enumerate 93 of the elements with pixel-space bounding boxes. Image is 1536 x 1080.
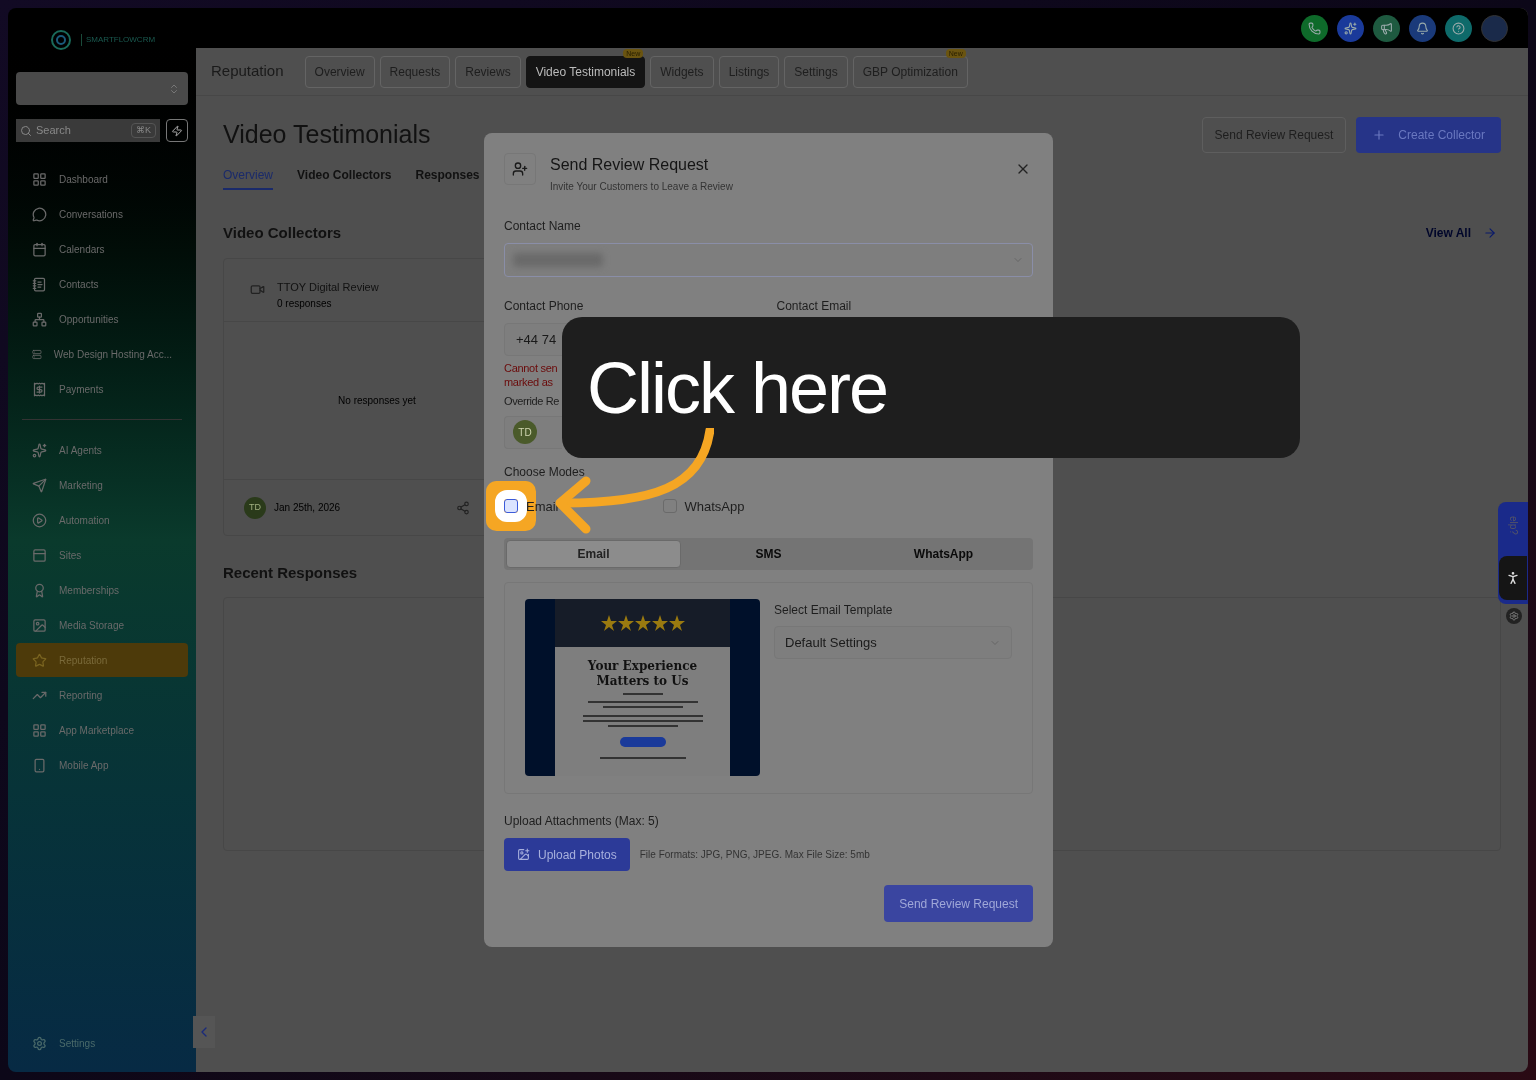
sidebar-item[interactable]: Mobile App (16, 748, 188, 782)
field-label: Override Re (504, 394, 559, 409)
section-title: Recent Responses (223, 563, 358, 583)
response-count: 0 responses (277, 296, 333, 311)
person-icon (1499, 556, 1527, 600)
sparkle-button[interactable] (1337, 14, 1364, 42)
mode-tab[interactable]: Email (506, 540, 681, 568)
click-here-tooltip: Click here (562, 317, 1300, 458)
sidebar-item[interactable]: Opportunities (16, 302, 188, 336)
megaphone-button[interactable] (1373, 14, 1400, 42)
grid-icon (32, 722, 47, 738)
logo-icon (48, 28, 73, 52)
sparkle-icon (1344, 21, 1357, 35)
phone-device-icon (32, 757, 47, 773)
page-title: Video Testimonials (223, 119, 431, 150)
plus-icon (1372, 127, 1387, 142)
grid-icon (32, 171, 47, 187)
mode-tab[interactable]: WhatsApp (856, 540, 1031, 568)
bell-button[interactable] (1409, 14, 1436, 42)
upload-photos-button[interactable]: Upload Photos (504, 838, 630, 871)
field-label: Select Email Template (774, 602, 894, 619)
network-icon (32, 311, 47, 327)
empty-state-text: No responses yet (338, 393, 416, 408)
field-label: Choose Modes (504, 463, 585, 481)
calendar-icon (32, 241, 47, 257)
collector-date: Jan 25th, 2026 (274, 501, 342, 515)
paper-plane-icon (32, 477, 47, 493)
quick-action-button[interactable] (166, 119, 188, 142)
section-title: Video Collectors (223, 222, 342, 243)
avatar-initials: TD (244, 496, 266, 519)
browser-window-icon (32, 547, 47, 563)
sidebar-item[interactable]: Web Design Hosting Acc... (16, 337, 188, 371)
field-label: Contact Email (776, 298, 853, 315)
chevron-updown-icon (168, 82, 180, 95)
sidebar-item[interactable]: Contacts (16, 267, 188, 301)
error-message: marked as (504, 375, 553, 389)
sidebar-item[interactable]: Media Storage (16, 608, 188, 642)
collector-name: TTOY Digital Review (277, 280, 379, 295)
field-label: Upload Attachments (Max: 5) (504, 813, 660, 830)
megaphone-icon (1380, 21, 1393, 35)
create-collector-button[interactable]: Create Collector (1356, 116, 1501, 153)
sidebar-item[interactable]: Payments (16, 372, 188, 406)
submit-button[interactable]: Send Review Request (884, 885, 1033, 922)
avatar-initials: TD (513, 420, 537, 444)
sidebar-item[interactable]: Settings (16, 1026, 188, 1060)
user-add-icon (504, 153, 536, 185)
search-icon (20, 124, 32, 137)
image-plus-icon (517, 848, 530, 861)
sidebar-item[interactable]: Calendars (16, 232, 188, 266)
help-button[interactable] (1445, 14, 1472, 42)
help-icon (1452, 21, 1465, 35)
sidebar-item[interactable]: AI Agents (16, 433, 188, 467)
account-switcher[interactable] (16, 72, 188, 105)
error-message: Cannot sen (504, 361, 558, 375)
modal-title: Send Review Request (550, 155, 710, 175)
play-circle-icon (32, 512, 47, 528)
file-format-hint: File Formats: JPG, PNG, JPEG. Max File Size: 5mb (639, 848, 870, 862)
sidebar-item[interactable]: Automation (16, 503, 188, 537)
field-label: Contact Name (504, 218, 582, 235)
nav-tab[interactable]: Video Testimonials (525, 55, 646, 88)
sidebar-item[interactable]: Marketing (16, 468, 188, 502)
preview-heading: Your Experience Matters to Us (586, 659, 699, 689)
award-icon (32, 582, 47, 598)
template-select[interactable]: Default Settings (774, 626, 1012, 659)
modal-subtitle: Invite Your Customers to Leave a Review (550, 180, 734, 194)
phone-icon (1308, 21, 1321, 35)
sub-tab[interactable]: Responses (415, 165, 480, 190)
sidebar-item[interactable]: Conversations (16, 197, 188, 231)
settings-icon (32, 1035, 47, 1051)
sidebar-item[interactable]: Memberships (16, 573, 188, 607)
view-all-link[interactable]: View All (1425, 223, 1501, 242)
notebook-icon (32, 276, 47, 292)
sparkle-icon (32, 442, 47, 458)
field-label: Contact Phone (504, 298, 585, 315)
search-field[interactable]: Search ⌘K (16, 119, 160, 142)
sub-tab[interactable]: Video Collectors (297, 165, 392, 190)
review-link-select[interactable]: TD (504, 415, 562, 449)
receipt-icon (32, 381, 47, 397)
image-icon (32, 617, 47, 633)
star-icon (32, 652, 47, 668)
phone-button[interactable] (1301, 14, 1328, 42)
bell-icon (1416, 21, 1429, 35)
sidebar-item[interactable]: Reporting (16, 678, 188, 712)
video-camera-icon (250, 282, 265, 297)
mode-tab[interactable]: SMS (681, 540, 856, 568)
sidebar-item[interactable]: Sites (16, 538, 188, 572)
lightning-icon (171, 124, 183, 137)
sidebar-item[interactable]: Dashboard (16, 162, 188, 196)
chat-bubble-icon (32, 206, 47, 222)
sidebar-item[interactable]: App Marketplace (16, 713, 188, 747)
shortcut-badge: ⌘K (131, 122, 156, 139)
logo-text: SMARTFLOWCRM (80, 34, 156, 46)
checkbox-label: WhatsApp (684, 497, 745, 516)
